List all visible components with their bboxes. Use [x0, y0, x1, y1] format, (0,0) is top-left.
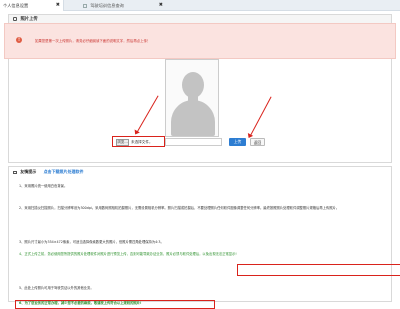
- list-item: 3、照片尺寸最小为354×472像素，可适当选择像素数更大的照片，但照片需四角处…: [19, 240, 164, 245]
- tab-tips[interactable]: 友情提示: [20, 169, 36, 174]
- list-item: 5、此处上传照片可用于驾驶员证以外的其他业务。: [19, 286, 94, 291]
- highlight-box: [237, 264, 400, 276]
- list-item: 4、正式上传之前，务必使用您所提供的照片处理软件对照片进行预览上传，否则可能导致…: [19, 252, 379, 257]
- warning-icon: !: [16, 37, 22, 43]
- list-item: 2、采用扫描仪扫描照片，扫描分辨率设为300dpi。采用数码照相机拍摄照片，无需…: [19, 206, 379, 211]
- highlight-box: [15, 300, 215, 309]
- item-text: 此处上传照片可用于驾驶员证以外的其他业务。: [24, 286, 94, 290]
- settings-icon: [13, 16, 17, 21]
- file-chooser[interactable]: 浏览... 未选择文件。: [112, 136, 165, 147]
- tab-training-query[interactable]: 驾驶培训信息查询 ✖: [80, 0, 166, 11]
- photo-placeholder: [165, 59, 219, 137]
- tab-personal-info[interactable]: 个人信息设置 ✖: [0, 0, 64, 11]
- back-button[interactable]: 返回: [250, 138, 265, 146]
- avatar-head-icon: [182, 72, 204, 98]
- upload-button[interactable]: 上传: [229, 138, 246, 146]
- file-path-input[interactable]: [165, 138, 222, 146]
- warning-alert: ! 如果您是第一次上传照片，请务必仔细阅读下面的说明文字，然后再点上传！: [4, 23, 396, 59]
- tab-bar: 个人信息设置 ✖ 驾驶培训信息查询 ✖: [0, 0, 400, 11]
- tab-training-query-label: 驾驶培训信息查询: [90, 3, 124, 8]
- browse-button[interactable]: 浏览...: [116, 139, 129, 146]
- alert-text: 如果您是第一次上传照片，请务必仔细阅读下面的说明文字，然后再点上传！: [35, 39, 151, 43]
- list-item: 1、采用照片统一使用白色背景。: [19, 184, 67, 189]
- close-icon[interactable]: ✖: [159, 0, 163, 11]
- item-text: 采用照片统一使用白色背景。: [24, 184, 68, 188]
- tips-tabs: 友情提示 点击下载照片处理软件: [13, 169, 84, 175]
- info-icon: [13, 170, 17, 174]
- page-icon: [83, 4, 87, 8]
- file-status-text: 未选择文件。: [131, 140, 153, 144]
- item-text: 照片尺寸最小为354×472像素，可适当选择像素数更大的照片，但照片需四角处理保…: [24, 240, 164, 244]
- tips-panel: 友情提示 点击下载照片处理软件 1、采用照片统一使用白色背景。 2、采用扫描仪扫…: [8, 166, 400, 309]
- item-text: 正式上传之前，务必使用您所提供的照片处理软件对照片进行预览上传，否则可能导致办证…: [24, 252, 237, 256]
- item-text: 采用扫描仪扫描照片，扫描分辨率设为300dpi。采用数码照相机拍摄照片，无需设置…: [24, 206, 340, 210]
- download-software-link[interactable]: 点击下载照片处理软件: [44, 169, 84, 174]
- close-icon[interactable]: ✖: [56, 0, 60, 11]
- avatar-body-icon: [171, 100, 215, 136]
- panel-title: 照片上传: [20, 17, 38, 22]
- tab-personal-info-label: 个人信息设置: [3, 3, 29, 8]
